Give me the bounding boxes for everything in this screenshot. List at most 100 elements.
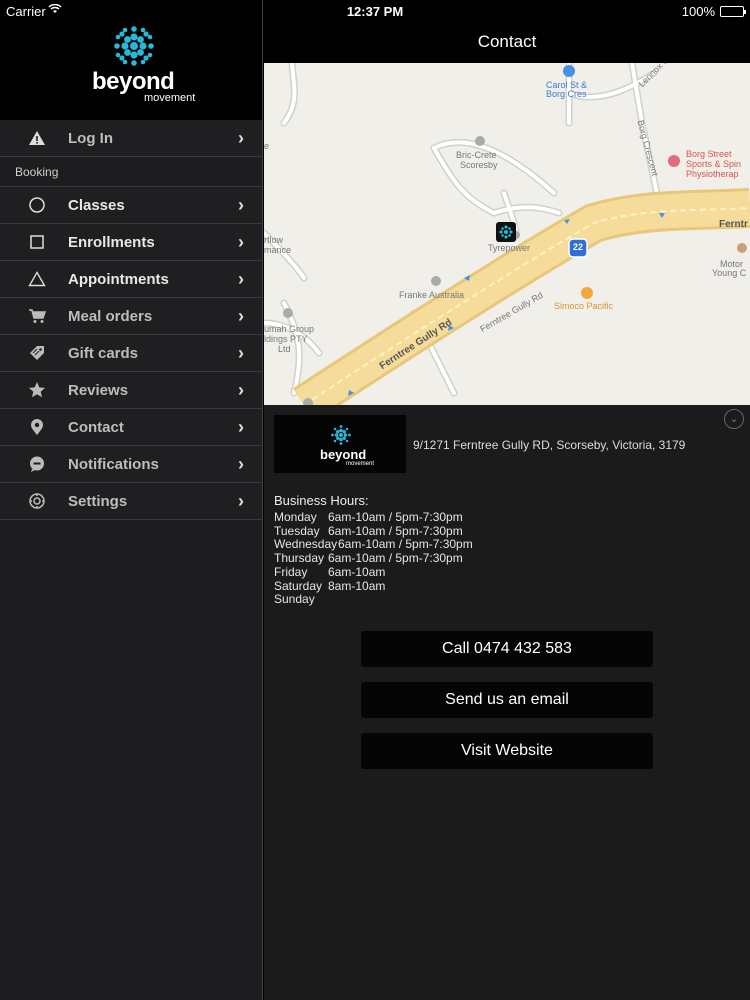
hours-day: Thursday (274, 551, 325, 566)
sidebar-item-reviews[interactable]: Reviews › (0, 372, 262, 409)
sidebar-item-gift-cards[interactable]: Gift cards › (0, 335, 262, 372)
hours-row: Tuesday 6am-10am / 5pm-7:30pm (274, 523, 473, 539)
sidebar-item-label: Reviews (68, 381, 129, 399)
email-button[interactable]: Send us an email (361, 682, 653, 718)
map-roads (264, 63, 750, 405)
chevron-right-icon: › (238, 195, 244, 215)
hours-time: 6am-10am / 5pm-7:30pm (328, 523, 463, 538)
tag-icon (25, 341, 49, 365)
map-label: e (264, 141, 270, 151)
map-label: Ferntr (719, 219, 748, 230)
logo-word: beyond (320, 447, 367, 462)
hours-day: Friday (274, 564, 308, 579)
sidebar-item-label: Notifications (68, 455, 159, 473)
sidebar-item-label: Classes (68, 196, 125, 214)
map-label: Tyrepower (488, 243, 531, 253)
star-icon (25, 378, 49, 402)
hours-row: Thursday 6am-10am / 5pm-7:30pm (274, 551, 473, 566)
sidebar-item-meal-orders[interactable]: Meal orders › (0, 298, 262, 335)
cart-icon (25, 304, 49, 328)
circle-icon (25, 193, 49, 217)
hours-day: Wednesday (274, 537, 338, 552)
chevron-right-icon: › (238, 380, 244, 400)
hours-time: 6am-10am (328, 564, 386, 579)
map-label: Simoco Pacific (554, 301, 614, 311)
sidebar-item-label: Meal orders (68, 307, 153, 325)
hours-row: Monday 6am-10am / 5pm-7:30pm (274, 510, 473, 525)
logo-dots-icon (114, 26, 154, 66)
chevron-right-icon: › (238, 306, 244, 326)
hours-row: Friday 6am-10am (274, 564, 473, 580)
contact-map[interactable]: Carol St & Borg Cres Lennox Ct Borg Cres… (264, 63, 750, 405)
sidebar-item-notifications[interactable]: Notifications › (0, 446, 262, 483)
hours-day: Saturday (274, 578, 323, 593)
square-icon (25, 230, 49, 254)
business-hours-list: Monday 6am-10am / 5pm-7:30pm Tuesday 6am-1… (274, 510, 473, 607)
status-time: 12:37 PM (346, 4, 404, 19)
sidebar-item-label: Settings (68, 492, 128, 510)
map-label: umah Group (264, 324, 315, 334)
business-address: 9/1271 Ferntree Gully RD, Scorseby, Vict… (413, 438, 686, 452)
map-label: ldings PTY (264, 334, 308, 344)
sidebar-item-login[interactable]: Log In › (0, 120, 262, 157)
sidebar: beyond movement Log In › Booking Classes… (0, 0, 263, 1000)
map-label: Borg Cres (546, 89, 587, 99)
map-label: Scoresby (460, 160, 498, 170)
hours-row: Sunday (274, 593, 473, 607)
battery-icon (720, 6, 746, 17)
chat-bubble-icon (25, 452, 49, 476)
sidebar-item-settings[interactable]: Settings › (0, 483, 262, 520)
sidebar-item-appointments[interactable]: Appointments › (0, 261, 262, 298)
main-content: Contact Carol St & Borg Cres Lennox Ct B… (264, 0, 750, 1000)
section-label-booking: Booking (0, 157, 262, 187)
battery-indicator: 100% (681, 4, 746, 19)
hours-row: Wednesday 6am-10am / 5pm-7:30pm (274, 538, 473, 552)
map-label: Sports & Spin (686, 159, 742, 169)
sidebar-item-label: Log In (68, 129, 113, 147)
hours-time: 6am-10am / 5pm-7:30pm (328, 510, 463, 524)
map-label: Young C (712, 268, 747, 278)
map-label: Franke Australia (399, 290, 465, 300)
chevron-right-icon: › (238, 454, 244, 474)
hours-time: 8am-10am (328, 578, 386, 593)
hours-time: 6am-10am / 5pm-7:30pm (338, 537, 473, 552)
chevron-right-icon: › (238, 417, 244, 437)
hours-row: Saturday 8am-10am (274, 578, 473, 594)
map-label: Ltd (278, 344, 291, 354)
page-title: Contact (477, 32, 537, 51)
collapse-chevron-icon[interactable]: ⌄ (724, 409, 744, 429)
chevron-right-icon: › (238, 269, 244, 289)
sidebar-item-label: Enrollments (68, 233, 155, 251)
sidebar-item-enrollments[interactable]: Enrollments › (0, 224, 262, 261)
sidebar-item-classes[interactable]: Classes › (0, 187, 262, 224)
website-button[interactable]: Visit Website (361, 733, 653, 769)
chevron-right-icon: › (238, 491, 244, 511)
map-label: Physiotherap (686, 169, 739, 179)
chevron-right-icon: › (238, 343, 244, 363)
map-label: Bric-Crete (456, 150, 497, 160)
sidebar-item-label: Appointments (68, 270, 169, 288)
hours-time: 6am-10am / 5pm-7:30pm (328, 551, 463, 566)
map-label: rflow (264, 235, 284, 245)
location-pin-icon (25, 415, 49, 439)
map-label: Borg Street (686, 149, 732, 159)
contact-details: ⌄ beyond movement 9/1271 Ferntree Gully … (264, 405, 750, 1000)
logo-sub: movement (144, 92, 196, 104)
beyond-movement-logo: beyond movement (80, 18, 200, 108)
hours-title: Business Hours: (274, 493, 369, 508)
gear-icon (25, 489, 49, 513)
logo-sub: movement (346, 461, 375, 467)
chevron-right-icon: › (238, 232, 244, 252)
triangle-icon (25, 267, 49, 291)
sidebar-item-contact[interactable]: Contact › (0, 409, 262, 446)
map-label: mance (264, 245, 292, 255)
route-shield-label: 22 (573, 242, 584, 252)
call-button[interactable]: Call 0474 432 583 (361, 631, 653, 667)
hours-day: Monday (274, 510, 317, 524)
sidebar-item-label: Gift cards (68, 344, 139, 362)
battery-percent: 100% (681, 4, 715, 19)
warning-icon (25, 126, 49, 150)
sidebar-item-label: Contact (68, 418, 124, 436)
logo-dots-icon (331, 425, 351, 445)
business-logo-thumbnail: beyond movement (274, 415, 406, 473)
